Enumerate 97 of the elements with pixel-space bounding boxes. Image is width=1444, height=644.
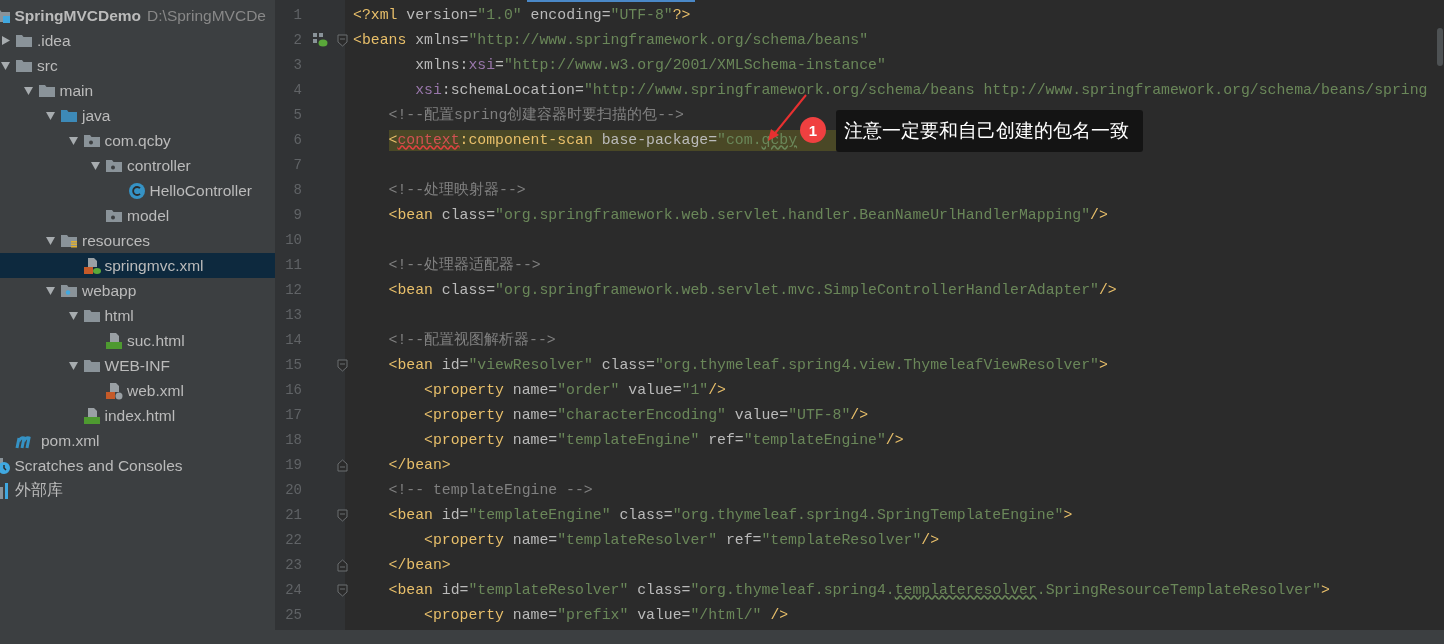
fold-marker[interactable] xyxy=(337,458,348,472)
tree-label: pom.xml xyxy=(41,431,100,450)
tree-label: web.xml xyxy=(127,381,184,400)
code-line: xmlns:xsi="http://www.w3.org/2001/XMLSchema-instance" xyxy=(415,55,886,75)
folder-icon xyxy=(60,107,78,124)
code-line: <property name="order" value="1"/> xyxy=(424,380,726,400)
tree-item[interactable]: springmvc.xml xyxy=(0,253,275,278)
tree-item[interactable]: model xyxy=(0,203,275,228)
tree-item[interactable]: controller xyxy=(0,153,275,178)
fold-marker[interactable] xyxy=(337,33,348,47)
tree-label: .idea xyxy=(37,31,71,50)
tree-item[interactable]: suc.html xyxy=(0,328,275,353)
tree-label: webapp xyxy=(82,281,137,300)
tree-item[interactable]: java xyxy=(0,103,275,128)
expanded-arrow-icon[interactable] xyxy=(45,235,56,246)
code-line: <bean id="viewResolver" class="org.thymeleaf.spring4.view.ThymeleafViewResolver"> xyxy=(388,355,1108,375)
tree-item[interactable]: pom.xml xyxy=(0,428,275,453)
tree-item[interactable]: WEB-INF xyxy=(0,353,275,378)
tree-label: src xyxy=(37,56,58,75)
file-icon xyxy=(82,256,101,275)
tree-label: java xyxy=(82,106,111,125)
folder-icon xyxy=(82,307,101,324)
expanded-arrow-icon[interactable] xyxy=(67,310,79,321)
folder-icon xyxy=(105,157,123,174)
class-icon xyxy=(127,181,146,200)
tree-item[interactable]: webapp xyxy=(0,278,275,303)
code-line: <bean id="templateResolver" class="org.thymeleaf.spring4.templateresolver.SpringResourceTemplateResolver"> xyxy=(388,580,1330,600)
file-icon xyxy=(82,406,101,425)
folder-icon xyxy=(15,57,33,74)
expanded-arrow-icon[interactable] xyxy=(67,135,79,146)
tree-item[interactable]: Scratches and Consoles xyxy=(0,453,275,478)
tree-label: suc.html xyxy=(127,331,185,350)
tree-item[interactable]: SpringMVCDemo D:\SpringMVCDe xyxy=(0,3,275,28)
code-line: </bean> xyxy=(388,555,451,575)
code-line: <beans xmlns="http://www.springframework.org/schema/beans" xyxy=(353,30,869,50)
code-line: <property name="prefix" value="/html/" /> xyxy=(424,605,789,625)
code-line: <property name="templateResolver" ref="templateResolver"/> xyxy=(424,530,940,550)
tree-item[interactable]: 外部库 xyxy=(0,478,275,503)
scrollbar-thumb[interactable] xyxy=(1437,28,1443,66)
bean-gutter-icon[interactable] xyxy=(311,32,328,48)
expanded-arrow-icon[interactable] xyxy=(45,285,56,296)
annotation-tooltip: 注意一定要和自己创建的包名一致 xyxy=(836,110,1143,152)
tree-label: index.html xyxy=(104,406,176,425)
expanded-arrow-icon[interactable] xyxy=(90,160,101,171)
tree-label: main xyxy=(59,81,94,100)
expanded-arrow-icon[interactable] xyxy=(0,60,11,71)
tree-label: controller xyxy=(127,156,191,175)
folder-icon xyxy=(105,207,123,224)
tree-item[interactable]: index.html xyxy=(0,403,275,428)
code-line: <property name="templateEngine" ref="templateEngine"/> xyxy=(424,430,904,450)
code-line: <!--配置spring创建容器时要扫描的包--> xyxy=(388,105,684,125)
tree-item[interactable]: html xyxy=(0,303,275,328)
collapsed-arrow-icon[interactable] xyxy=(0,35,11,46)
code-line: <?xml version="1.0" encoding="UTF-8"?> xyxy=(353,5,691,25)
tree-label: Scratches and Consoles xyxy=(14,456,183,475)
code-line: xsi:schemaLocation="http://www.springframework.org/schema/beans http://www.springframework.org/schema/beans/spring xyxy=(415,80,1428,100)
code-line: <!--配置视图解析器--> xyxy=(388,330,556,350)
folder-icon xyxy=(60,282,78,299)
tree-item[interactable]: resources xyxy=(0,228,275,253)
tree-item[interactable]: src xyxy=(0,53,275,78)
project-path: D:\SpringMVCDe xyxy=(147,6,266,25)
tree-label: html xyxy=(104,306,134,325)
file-icon xyxy=(105,331,123,350)
tree-label: model xyxy=(127,206,170,225)
tree-label: SpringMVCDemo xyxy=(14,6,142,25)
expanded-arrow-icon[interactable] xyxy=(22,85,34,96)
folder-icon xyxy=(60,232,78,249)
code-line: <!--处理器适配器--> xyxy=(388,255,541,275)
tree-item[interactable]: HelloController xyxy=(0,178,275,203)
tree-item[interactable]: com.qcby xyxy=(0,128,275,153)
fold-marker[interactable] xyxy=(337,583,348,597)
folder-icon xyxy=(82,357,101,374)
code-line: <bean class="org.springframework.web.servlet.handler.BeanNameUrlHandlerMapping"/> xyxy=(388,205,1108,225)
tree-item[interactable]: web.xml xyxy=(0,378,275,403)
tree-label: HelloController xyxy=(149,181,252,200)
code-line: </bean> xyxy=(388,455,451,475)
expanded-arrow-icon[interactable] xyxy=(45,110,56,121)
tree-label: com.qcby xyxy=(104,131,171,150)
tree-label: 外部库 xyxy=(14,480,63,500)
code-line: <!-- templateEngine --> xyxy=(388,480,593,500)
fold-marker[interactable] xyxy=(337,358,348,372)
code-line: <bean id="templateEngine" class="org.thymeleaf.spring4.SpringTemplateEngine"> xyxy=(388,505,1073,525)
tree-label: WEB-INF xyxy=(104,356,170,375)
file-icon xyxy=(105,381,123,400)
tree-item[interactable]: main xyxy=(0,78,275,103)
code-line: <!--处理映射器--> xyxy=(388,180,526,200)
tree-item[interactable]: .idea xyxy=(0,28,275,53)
folder-icon xyxy=(15,32,33,49)
folder-icon xyxy=(37,82,56,99)
code-line: <bean class="org.springframework.web.servlet.mvc.SimpleControllerHandlerAdapter"/> xyxy=(388,280,1117,300)
fold-marker[interactable] xyxy=(337,558,348,572)
code-line: <property name="characterEncoding" value="UTF-8"/> xyxy=(424,405,869,425)
expanded-arrow-icon[interactable] xyxy=(67,360,79,371)
tree-label: springmvc.xml xyxy=(104,256,204,275)
folder-icon xyxy=(82,132,101,149)
tree-label: resources xyxy=(82,231,151,250)
fold-marker[interactable] xyxy=(337,508,348,522)
